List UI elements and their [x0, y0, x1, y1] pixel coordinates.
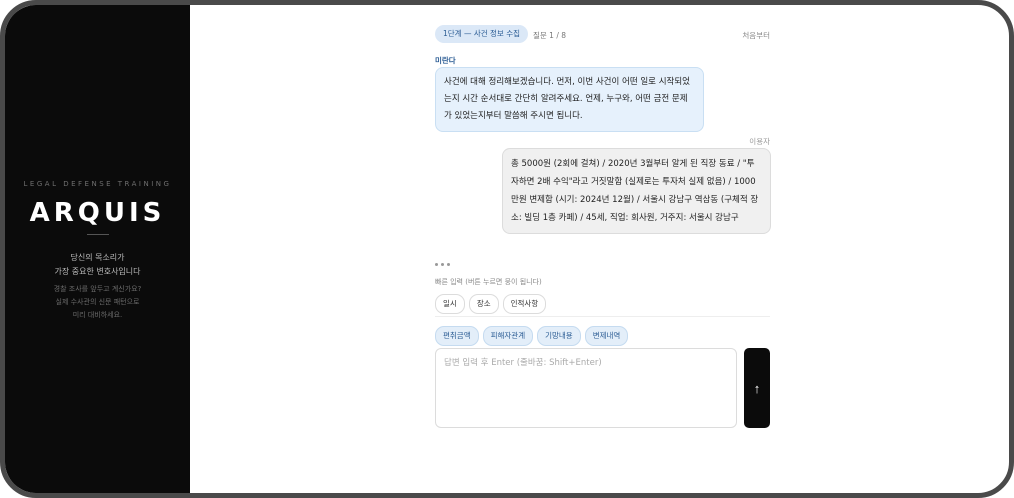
quick-chips-row-2: 편취금액 피해자관계 기망내용 변제내역: [435, 323, 632, 346]
step-badge: 1단계 — 사건 정보 수집: [435, 25, 529, 43]
chip-victim-relation[interactable]: 피해자관계: [482, 326, 534, 346]
chip-amount[interactable]: 편취금액: [435, 326, 479, 346]
bot-name: 미란다: [435, 56, 456, 65]
sidebar: LEGAL DEFENSE TRAINING ARQUIS 당신의 목소리가 가…: [5, 5, 190, 493]
sub-line-3: 미리 대비하세요.: [72, 311, 123, 319]
divider: [435, 316, 770, 317]
quick-chips-row-1: 일시 장소 인적사항: [435, 291, 550, 314]
user-name: 이용자: [749, 137, 770, 146]
typing-dot: [447, 263, 450, 266]
sidebar-sub: 경찰 조사를 앞두고 계신가요? 실제 수사관의 신문 패턴으로 미리 대비하세…: [5, 283, 190, 322]
sub-line-1: 경찰 조사를 앞두고 계신가요?: [53, 285, 142, 293]
chip-deception[interactable]: 기망내용: [537, 326, 581, 346]
sidebar-lead: 당신의 목소리가 가장 중요한 변호사입니다: [5, 251, 190, 279]
typing-dot: [441, 263, 444, 266]
chip-datetime[interactable]: 일시: [435, 294, 465, 314]
restart-link[interactable]: 처음부터: [742, 30, 770, 41]
tagline: LEGAL DEFENSE TRAINING: [23, 180, 172, 188]
lead-line-2: 가장 중요한 변호사입니다: [54, 267, 141, 276]
typing-dot: [435, 263, 438, 266]
logo-divider: [87, 234, 109, 235]
sub-line-2: 실제 수사관의 신문 패턴으로: [55, 298, 140, 306]
lead-line-1: 당신의 목소리가: [70, 253, 125, 262]
user-message: 총 5000원 (2회에 걸쳐) / 2020년 3월부터 알게 된 직장 동료…: [502, 148, 771, 234]
chip-personal-info[interactable]: 인적사항: [502, 294, 547, 314]
bot-message: 사건에 대해 정리해보겠습니다. 먼저, 이번 사건이 어떤 일로 시작되었는지…: [435, 67, 704, 132]
typing-indicator: [435, 251, 453, 270]
answer-input[interactable]: [435, 348, 737, 428]
send-button[interactable]: ↑: [744, 348, 770, 428]
chip-repayment[interactable]: 변제내역: [584, 326, 629, 346]
logo: ARQUIS: [29, 198, 166, 228]
app-window: LEGAL DEFENSE TRAINING ARQUIS 당신의 목소리가 가…: [0, 0, 1014, 498]
arrow-up-icon: ↑: [753, 380, 761, 396]
question-counter: 질문 1 / 8: [533, 31, 567, 40]
chip-place[interactable]: 장소: [468, 294, 499, 314]
quick-input-label: 빠른 입력 (버튼 누르면 뭉이 됩니다): [435, 278, 542, 286]
